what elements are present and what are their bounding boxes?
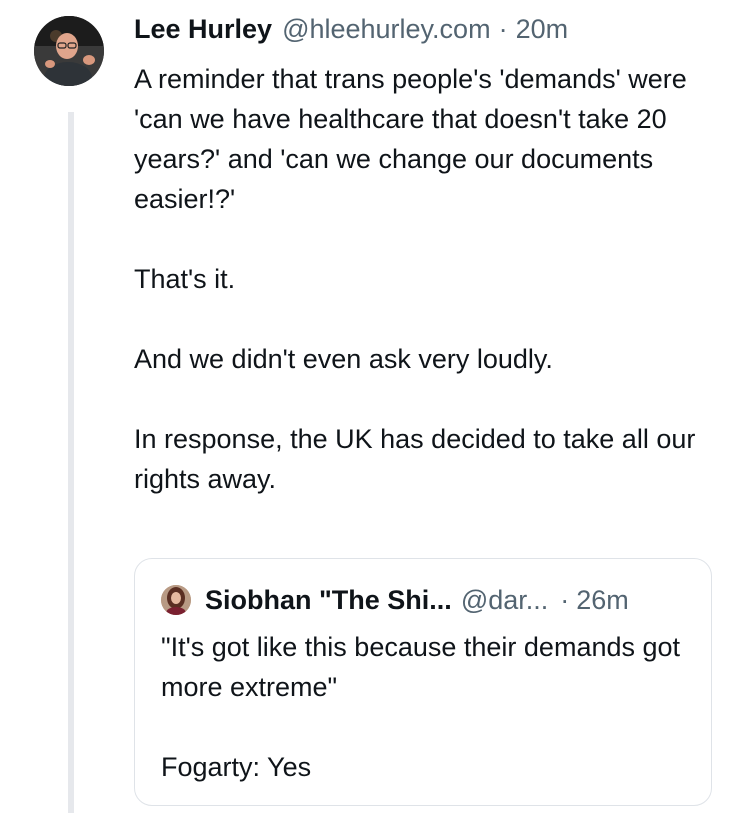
quoted-post-header: Siobhan "The Shi... @dar... · 26m [161, 583, 629, 617]
quoted-author-avatar [161, 585, 191, 615]
quoted-paragraph: "It's got like this because their demand… [161, 632, 681, 702]
author-avatar-image [34, 16, 104, 86]
author-avatar[interactable] [34, 16, 104, 86]
quoted-avatar-image [161, 585, 191, 615]
quoted-author-name: Siobhan "The Shi... [205, 584, 452, 615]
author-handle[interactable]: @hleehurley.com [282, 14, 491, 45]
post-text: A reminder that trans people's 'demands'… [134, 59, 714, 499]
quoted-paragraph: Fogarty: Yes [161, 752, 312, 782]
quoted-post-timestamp: 26m [576, 584, 629, 615]
quoted-author-handle: @dar... [460, 584, 549, 615]
post-paragraph: That's it. [134, 264, 236, 294]
quoted-post-card[interactable]: Siobhan "The Shi... @dar... · 26m "It's … [134, 558, 712, 806]
post-header: Lee Hurley @hleehurley.com · 20m [134, 14, 568, 50]
quoted-meta-separator: · [560, 584, 570, 615]
thread-line [68, 112, 74, 813]
post-timestamp[interactable]: 20m [516, 14, 569, 45]
post-paragraph: And we didn't even ask very loudly. [134, 344, 553, 374]
meta-separator: · [498, 14, 508, 44]
post-paragraph: In response, the UK has decided to take … [134, 424, 696, 494]
author-name[interactable]: Lee Hurley [134, 14, 272, 45]
post-paragraph: A reminder that trans people's 'demands'… [134, 64, 687, 214]
quoted-post-text: "It's got like this because their demand… [161, 627, 691, 787]
